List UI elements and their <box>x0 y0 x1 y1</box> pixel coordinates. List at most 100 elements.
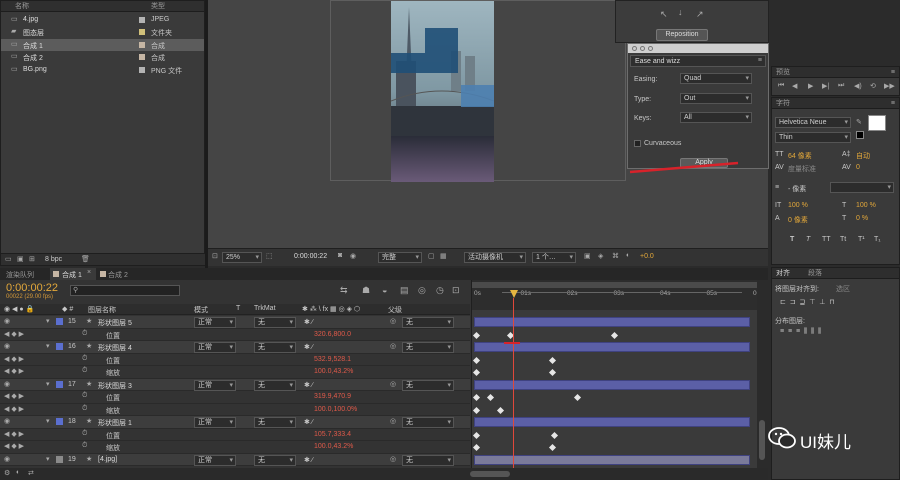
trash-icon[interactable]: 🗑 <box>81 255 90 263</box>
playhead-handle[interactable] <box>510 290 518 298</box>
layer-name[interactable]: 形状图层 3 <box>98 381 132 391</box>
next-frame-icon[interactable]: ▶| <box>822 82 829 90</box>
layer-name[interactable]: [4.jpg] <box>98 456 117 463</box>
pickwhip-icon[interactable]: ◎ <box>390 455 396 463</box>
toggle-modes-icon[interactable]: ◐ <box>16 469 20 476</box>
trkmat-select[interactable]: 无 <box>254 454 296 466</box>
stroke-fill-select[interactable] <box>830 182 894 193</box>
layer-switches[interactable]: ✱ ∕ <box>304 418 313 426</box>
twirl-down-icon[interactable]: ▾ <box>46 380 50 388</box>
audio-icon[interactable]: ◀) <box>854 82 862 90</box>
timeline-timecode[interactable]: 0:00:00:22 <box>6 282 58 294</box>
parent-select[interactable]: 无 <box>402 454 454 466</box>
stroke-color-swatch[interactable] <box>856 131 864 139</box>
keyframe-diamond[interactable] <box>496 406 505 414</box>
ram-preview-icon[interactable]: ▶▶ <box>884 82 895 90</box>
tab-comp-1[interactable]: 合成 1 × <box>50 268 96 280</box>
tab-align[interactable]: 对齐 <box>776 270 790 277</box>
layer-label-color[interactable] <box>56 455 63 463</box>
keyframe-nav-icon[interactable]: ◀ ◆ ▶ <box>4 442 24 450</box>
stroke-width-value[interactable]: - 像素 <box>788 184 806 194</box>
project-item[interactable]: ▭ BG.png PNG 文件 <box>1 64 204 76</box>
keyframe-diamond[interactable] <box>548 443 557 452</box>
keyframe-nav-icon[interactable]: ◀ ◆ ▶ <box>4 430 24 438</box>
keys-select[interactable]: All <box>680 112 752 123</box>
keyframe-diamond[interactable] <box>573 393 582 402</box>
motion-blur-icon[interactable]: ◎ <box>418 285 426 296</box>
trkmat-select[interactable]: 无 <box>254 342 296 353</box>
parent-select[interactable]: 无 <box>402 417 454 428</box>
stopwatch-icon[interactable]: ⏱ <box>82 330 87 338</box>
keyframe-diamond[interactable] <box>472 331 481 339</box>
keyframe-nav-icon[interactable]: ◀ ◆ ▶ <box>4 367 24 375</box>
layer-row[interactable]: ◉ ▾ 19 ★ [4.jpg] 正常 无 ✱ ∕ ◎ 无 <box>0 453 470 466</box>
property-value[interactable]: 100.0,43.2% <box>314 368 353 375</box>
pickwhip-icon[interactable]: ◎ <box>390 417 396 425</box>
stopwatch-icon[interactable]: ⏱ <box>82 442 87 450</box>
type-select[interactable]: Out <box>680 93 752 104</box>
layer-label-color[interactable] <box>56 343 63 350</box>
new-folder-icon[interactable]: ▣ <box>17 255 24 263</box>
property-value[interactable]: 105.7,333.4 <box>314 431 351 438</box>
loop-icon[interactable]: ⟲ <box>870 82 876 90</box>
keyframe-nav-icon[interactable]: ◀ ◆ ▶ <box>4 355 24 363</box>
blend-mode-select[interactable]: 正常 <box>194 342 236 353</box>
fast-previews-icon[interactable]: ◈ <box>598 252 603 260</box>
keyframe-nav-icon[interactable]: ◀ ◆ ▶ <box>4 405 24 413</box>
align-to-value[interactable]: 选区 <box>836 284 850 294</box>
first-frame-icon[interactable]: ⏮ <box>778 82 784 90</box>
blend-mode-select[interactable]: 正常 <box>194 379 236 391</box>
stopwatch-icon[interactable]: ⏱ <box>82 405 87 413</box>
visibility-eye-icon[interactable]: ◉ <box>4 455 10 463</box>
toggle-in-out-icon[interactable]: ⇄ <box>28 469 34 477</box>
property-row[interactable]: ◀ ◆ ▶ ⏱ 位置 105.7,333.4 <box>0 429 470 441</box>
stopwatch-icon[interactable]: ⏱ <box>82 392 87 400</box>
resolution-dropdown[interactable]: 完整 <box>378 252 422 263</box>
last-frame-icon[interactable]: ⏭ <box>838 82 844 90</box>
layer-switches[interactable]: ✱ ∕ <box>304 381 313 389</box>
minimize-icon[interactable] <box>640 46 645 51</box>
timeline-scrollbar[interactable] <box>757 280 768 468</box>
property-row[interactable]: ◀ ◆ ▶ ⏱ 位置 320.6,800.0 <box>0 329 470 341</box>
ease-tab[interactable]: Ease and wizz ≡ <box>630 55 766 67</box>
layer-duration-bar[interactable] <box>474 417 750 427</box>
camera-dropdown[interactable]: 活动摄像机 <box>464 252 526 263</box>
transparency-grid-icon[interactable]: ▦ <box>440 252 447 260</box>
font-size-value[interactable]: 64 像素 <box>788 151 812 161</box>
parent-select[interactable]: 无 <box>402 317 454 328</box>
tsume-value[interactable]: 0 % <box>856 215 868 222</box>
superscript-icon[interactable]: T¹ <box>858 236 865 243</box>
property-row[interactable]: ◀ ◆ ▶ ⏱ 位置 532.9,528.1 <box>0 354 470 366</box>
visibility-eye-icon[interactable]: ◉ <box>4 342 10 350</box>
project-item[interactable]: ▭ 合成 2 合成 <box>1 51 204 63</box>
layer-switches[interactable]: ✱ ∕ <box>304 318 313 326</box>
layer-row[interactable]: ◉ ▾ 15 ★ 形状图层 5 正常 无 ✱ ∕ ◎ 无 <box>0 316 470 329</box>
visibility-eye-icon[interactable]: ◉ <box>4 317 10 325</box>
tab-render-queue[interactable]: 渲染队列 <box>6 270 34 280</box>
property-value[interactable]: 320.6,800.0 <box>314 331 351 338</box>
maximize-icon[interactable] <box>648 46 653 51</box>
faux-italic-icon[interactable]: T <box>806 236 810 243</box>
keyframe-diamond[interactable] <box>472 356 481 364</box>
keyframe-diamond[interactable] <box>548 356 557 364</box>
stopwatch-icon[interactable]: ⏱ <box>82 355 87 363</box>
layer-duration-bar[interactable] <box>474 379 750 390</box>
small-caps-icon[interactable]: Tt <box>840 236 846 243</box>
property-row[interactable]: ◀ ◆ ▶ ⏱ 位置 319.9,470.9 <box>0 391 470 404</box>
baseline-value[interactable]: 0 像素 <box>788 215 808 225</box>
keyframe-diamond[interactable] <box>548 368 557 377</box>
fill-color-swatch[interactable] <box>868 115 886 131</box>
panel-menu-icon[interactable]: ≡ <box>891 98 895 109</box>
viewer-timecode[interactable]: 0:00:00:22 <box>294 253 327 260</box>
font-style-select[interactable]: Thin <box>775 132 851 143</box>
project-item[interactable]: ▰ 图态层 文件夹 <box>1 26 204 38</box>
panel-menu-icon[interactable]: ≡ <box>758 57 762 64</box>
trkmat-select[interactable]: 无 <box>254 317 296 328</box>
reposition-button[interactable]: Reposition <box>656 29 708 41</box>
curvaceous-checkbox[interactable] <box>634 140 641 147</box>
shy-icon[interactable]: ◒ <box>382 285 387 295</box>
parent-select[interactable]: 无 <box>402 342 454 353</box>
show-channel-icon[interactable]: ◉ <box>350 252 356 260</box>
keyframe-diamond[interactable] <box>610 331 619 339</box>
col-trkmat[interactable]: TrkMat <box>254 305 276 312</box>
